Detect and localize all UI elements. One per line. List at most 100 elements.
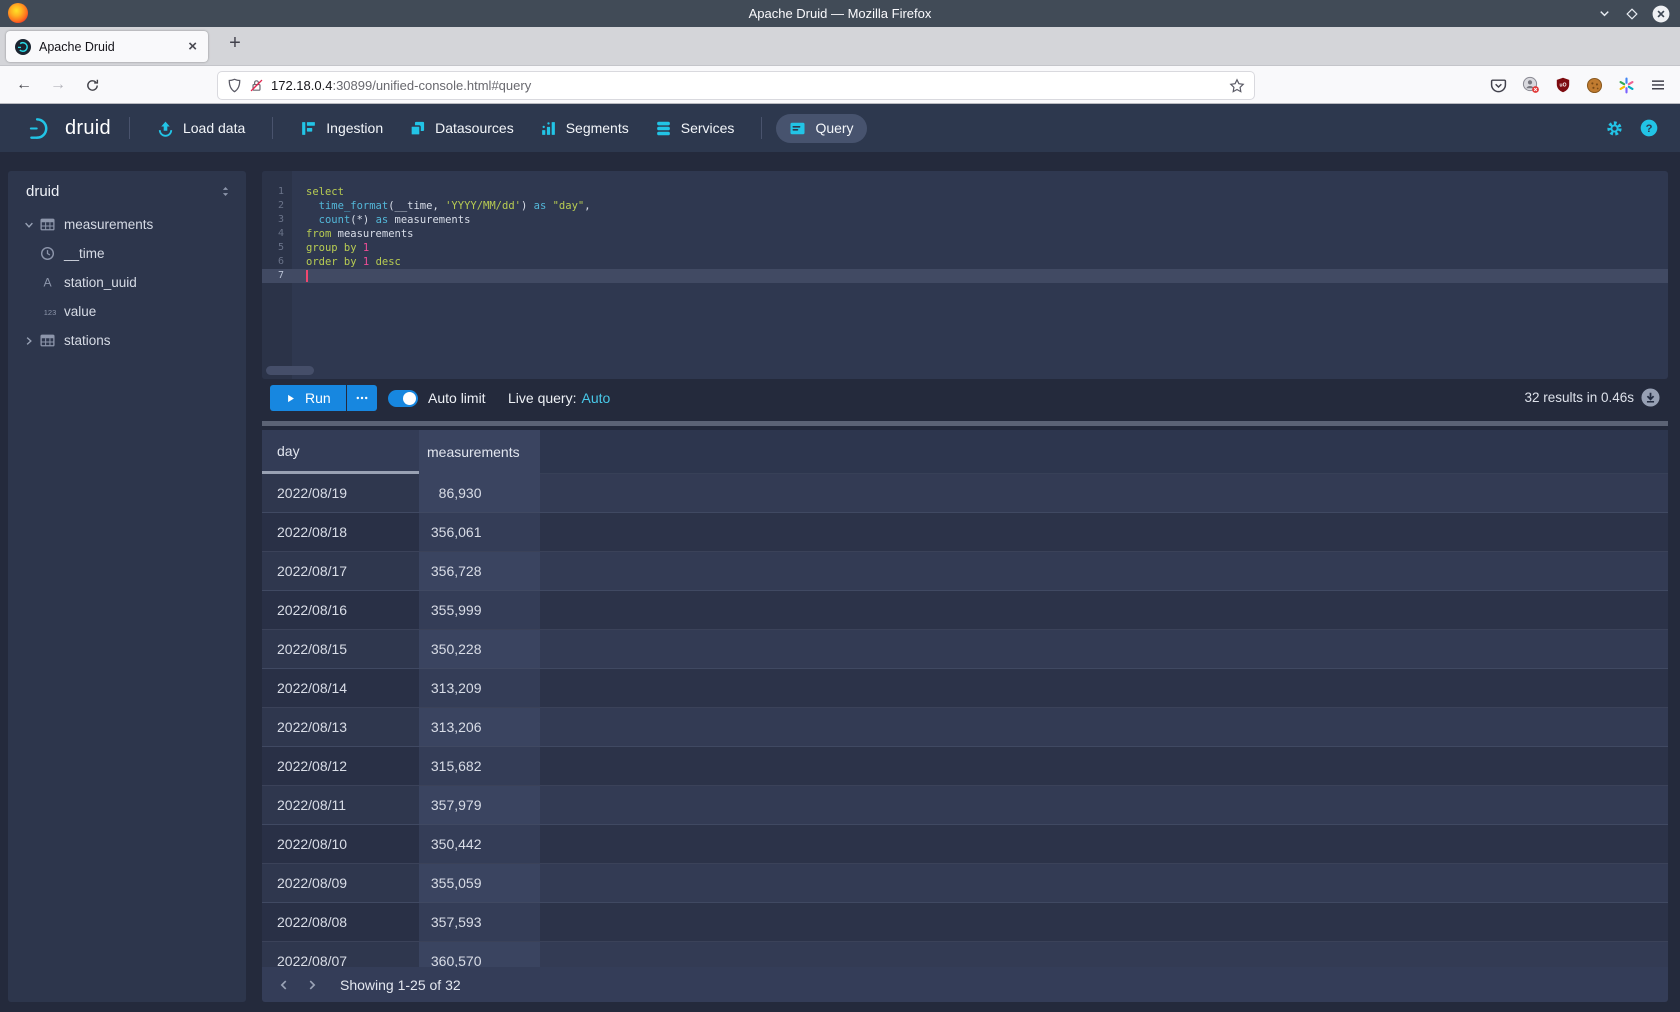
table-row: 2022/08/08357,593 [262,903,1668,942]
line-number: 3 [262,213,284,227]
table-row: 2022/08/1986,930 [262,474,1668,513]
more-dots-icon [355,391,369,405]
nav-item-load-data[interactable]: Load data [144,114,258,143]
cell-day[interactable]: 2022/08/12 [262,747,419,785]
text-icon: A [40,275,64,290]
nav-item-ingestion[interactable]: Ingestion [287,114,396,143]
table-icon [40,333,64,348]
window-minimize-icon[interactable] [1597,6,1612,21]
column-header-measurements[interactable]: measurements [419,430,540,474]
row-filler [540,786,1668,824]
cell-measurements[interactable]: 355,999 [419,591,540,629]
sql-code: select time_format(__time, 'YYYY/MM/dd')… [306,185,591,283]
cell-day[interactable]: 2022/08/13 [262,708,419,746]
cell-measurements[interactable]: 86,930 [419,474,540,512]
cell-day[interactable]: 2022/08/17 [262,552,419,590]
cell-measurements[interactable]: 355,059 [419,864,540,902]
panel-splitter[interactable] [262,421,1668,426]
cell-measurements[interactable]: 315,682 [419,747,540,785]
reload-button[interactable] [80,74,104,96]
settings-gear-icon[interactable] [1605,119,1624,138]
cell-measurements[interactable]: 313,206 [419,708,540,746]
line-numbers: 1234567 [262,185,284,283]
cell-day[interactable]: 2022/08/10 [262,825,419,863]
run-more-button[interactable] [347,385,377,411]
previous-page-icon[interactable] [270,971,298,999]
cell-day[interactable]: 2022/08/18 [262,513,419,551]
window-maximize-icon[interactable] [1625,7,1639,21]
cell-day[interactable]: 2022/08/15 [262,630,419,668]
cell-measurements[interactable]: 313,209 [419,669,540,707]
download-results-icon[interactable] [1641,388,1660,407]
live-query-value[interactable]: Auto [581,390,610,406]
cell-day[interactable]: 2022/08/08 [262,903,419,941]
pocket-extension-icon[interactable] [1490,77,1507,94]
line-number: 4 [262,227,284,241]
cell-day[interactable]: 2022/08/14 [262,669,419,707]
nav-item-query[interactable]: Query [776,114,866,143]
druid-logo[interactable]: druid [28,115,111,142]
tab-title: Apache Druid [39,40,186,54]
tab-close-icon[interactable]: × [186,38,199,55]
auto-limit-toggle[interactable] [388,390,418,407]
cell-measurements[interactable]: 350,442 [419,825,540,863]
tree-item-station-uuid[interactable]: Astation_uuid [8,268,246,297]
druid-logo-text: druid [65,117,111,140]
schema-selector[interactable]: druid [8,171,246,208]
cell-day[interactable]: 2022/08/19 [262,474,419,512]
help-icon[interactable]: ? [1640,119,1658,137]
nav-item-segments[interactable]: Segments [527,114,642,143]
browser-tab[interactable]: Apache Druid × [6,31,208,62]
tree-item-value[interactable]: 123value [8,297,246,326]
ublock-extension-icon[interactable]: uO [1555,77,1571,93]
next-page-icon[interactable] [298,971,326,999]
nav-item-label: Query [815,120,853,136]
window-close-icon[interactable] [1652,5,1670,23]
nav-divider [129,117,130,139]
svg-text:123: 123 [44,308,57,317]
cell-day[interactable]: 2022/08/16 [262,591,419,629]
cell-measurements[interactable]: 357,593 [419,903,540,941]
schema-tree: measurements__timeAstation_uuid123values… [8,210,246,355]
cell-measurements[interactable]: 356,061 [419,513,540,551]
spark-extension-icon[interactable] [1618,77,1635,94]
cell-measurements[interactable]: 357,979 [419,786,540,824]
hamburger-menu-icon[interactable] [1650,77,1666,93]
tree-item--time[interactable]: __time [8,239,246,268]
tracking-protection-shield-icon[interactable] [227,78,242,93]
cell-measurements[interactable]: 360,570 [419,942,540,967]
url-bar[interactable]: 172.18.0.4:30899/unified-console.html#qu… [218,72,1254,99]
chevron-right-icon[interactable] [18,335,40,347]
table-row: 2022/08/10350,442 [262,825,1668,864]
cell-day[interactable]: 2022/08/09 [262,864,419,902]
account-extension-icon[interactable] [1522,76,1540,94]
query-editor[interactable]: 1234567 select time_format(__time, 'YYYY… [262,171,1668,379]
editor-hscrollbar-thumb[interactable] [266,366,314,375]
cell-measurements[interactable]: 356,728 [419,552,540,590]
new-tab-button[interactable]: + [222,30,248,56]
cell-measurements[interactable]: 350,228 [419,630,540,668]
cell-day[interactable]: 2022/08/07 [262,942,419,967]
chevron-down-icon[interactable] [18,219,40,231]
row-filler [540,513,1668,551]
line-number: 7 [262,269,284,283]
services-icon [655,120,672,137]
url-text[interactable]: 172.18.0.4:30899/unified-console.html#qu… [271,78,1222,93]
live-query-control[interactable]: Live query:Auto [508,385,610,411]
run-button[interactable]: Run [270,385,346,411]
nav-item-services[interactable]: Services [642,114,748,143]
tree-item-stations[interactable]: stations [8,326,246,355]
nav-item-datasources[interactable]: Datasources [396,114,527,143]
insecure-lock-icon[interactable] [249,78,264,93]
nav-item-label: Ingestion [326,120,383,136]
cell-day[interactable]: 2022/08/11 [262,786,419,824]
back-button[interactable]: ← [12,74,36,96]
tree-item-label: station_uuid [64,275,137,290]
number-icon: 123 [40,304,64,319]
forward-button[interactable]: → [46,74,70,96]
code-line [306,269,591,283]
tree-item-measurements[interactable]: measurements [8,210,246,239]
column-header-day[interactable]: day [262,430,419,474]
cookie-extension-icon[interactable] [1586,77,1603,94]
bookmark-star-icon[interactable] [1229,78,1245,94]
